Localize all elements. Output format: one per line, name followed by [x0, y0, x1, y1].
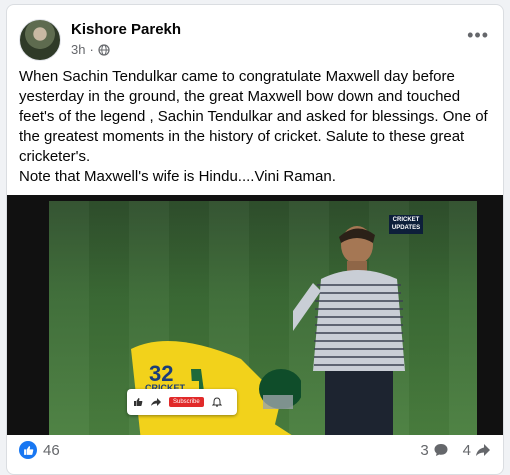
bowing-player-figure: 32 CRICKET	[131, 341, 301, 435]
post-body: When Sachin Tendulkar came to congratula…	[19, 67, 491, 187]
subscribe-button[interactable]: Subscribe	[169, 397, 204, 407]
comment-count: 3	[420, 441, 429, 459]
reaction-count: 46	[43, 441, 60, 459]
share-icon	[476, 444, 490, 456]
youtube-share-icon[interactable]	[151, 397, 161, 407]
like-reaction-icon	[19, 441, 37, 459]
video-overlay-bar[interactable]: Subscribe	[127, 389, 237, 415]
more-options-icon[interactable]: •••	[467, 25, 489, 46]
author-name[interactable]: Kishore Parekh	[71, 21, 181, 38]
reactions-summary[interactable]: 46	[19, 441, 60, 459]
share-count: 4	[462, 441, 471, 459]
standing-player-figure	[293, 226, 405, 435]
youtube-like-icon[interactable]	[133, 397, 143, 407]
bell-icon[interactable]	[211, 397, 222, 407]
post-header: Kishore Parekh 3h · •••	[19, 15, 491, 65]
post-meta: 3h ·	[71, 42, 110, 57]
post-image[interactable]: CRICKET UPDATES 32 CRICKET Subscribe	[7, 195, 503, 435]
engagement-stats: 3 4	[420, 442, 491, 459]
comment-count-link[interactable]: 3	[420, 442, 448, 459]
post-paragraph: When Sachin Tendulkar came to congratula…	[19, 68, 488, 165]
author-avatar[interactable]	[19, 19, 61, 61]
cricket-field: CRICKET UPDATES 32 CRICKET Subscribe	[49, 201, 477, 435]
post-paragraph: Note that Maxwell's wife is Hindu....Vin…	[19, 168, 336, 185]
post-card: Kishore Parekh 3h · ••• When Sachin Tend…	[6, 4, 504, 475]
globe-icon	[98, 43, 110, 56]
post-time[interactable]: 3h	[71, 42, 85, 57]
post-footer: 46 3 4	[19, 435, 491, 465]
comment-icon	[434, 444, 448, 456]
share-count-link[interactable]: 4	[463, 442, 491, 459]
